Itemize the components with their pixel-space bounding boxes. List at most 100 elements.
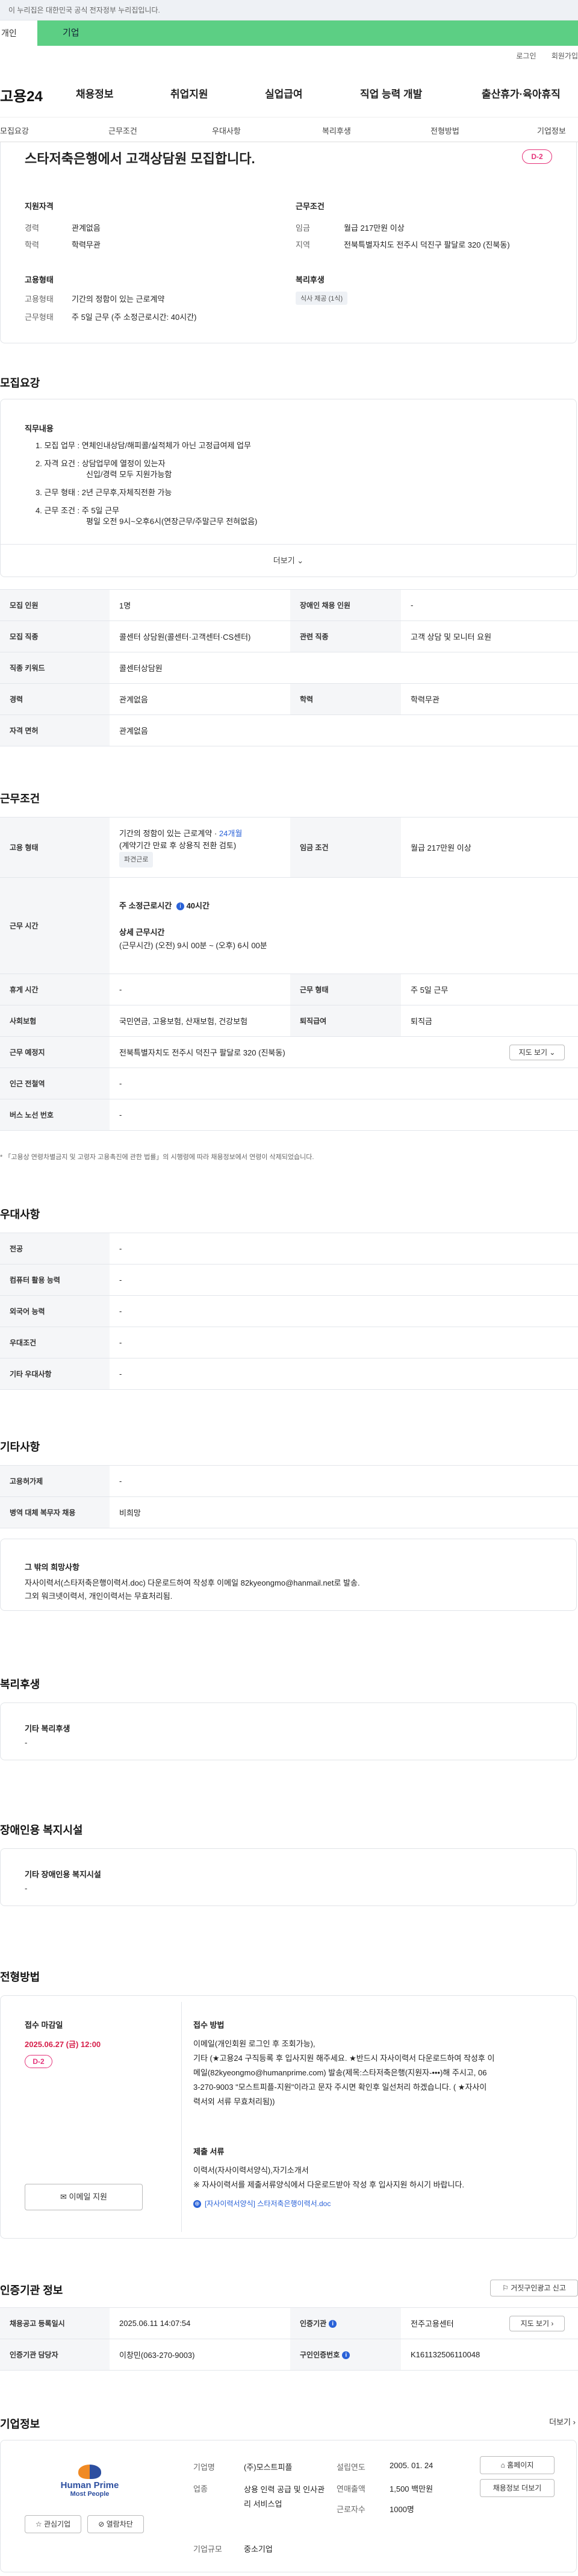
signup-link[interactable]: 회원가입 bbox=[552, 52, 578, 60]
table-row: 근무 시간 주 소정근로시간 i 40시간 상세 근무시간 (근무시간) (오전… bbox=[0, 877, 578, 974]
emp-type-text: 기간의 정함이 있는 근로계약 · bbox=[119, 828, 219, 838]
worktime-label: 근무형태 bbox=[25, 313, 54, 322]
tab-company[interactable]: 기업 bbox=[37, 20, 578, 46]
info-icon[interactable]: i bbox=[176, 902, 184, 910]
job-title: 스타저축은행에서 고객상담원 모집합니다. bbox=[25, 151, 255, 166]
table-row: 모집 인원 1명 장애인 채용 인원 - bbox=[0, 589, 578, 621]
table-cell: 국민연금, 고용보험, 산재보험, 건강보험 bbox=[110, 1005, 290, 1037]
emptype-value: 기간의 정함이 있는 근로계약 bbox=[72, 295, 165, 304]
map-button-label: 지도 보기 bbox=[518, 1048, 548, 1057]
org-map-label: 지도 보기 bbox=[520, 2319, 550, 2328]
company-card: Human Prime Most People ☆ 관심기업 ⊘ 열람차단 기업… bbox=[0, 2440, 577, 2572]
homepage-button[interactable]: ⌂ 홈페이지 bbox=[480, 2456, 555, 2474]
duty-line: 4. 근무 조건 : 주 5일 근무 bbox=[36, 506, 120, 515]
deadline-value: 2025.06.27 (금) 12:00 bbox=[25, 2040, 101, 2049]
chevron-down-icon: ⌄ bbox=[549, 1048, 556, 1057]
tab-company-info[interactable]: 기업정보 bbox=[537, 125, 566, 136]
table-header: 경력 bbox=[0, 683, 110, 715]
table-cell: 관계없음 bbox=[110, 714, 578, 746]
industry-label: 업종 bbox=[193, 2484, 208, 2493]
table-header: 인증기관 담당자 bbox=[0, 2339, 110, 2371]
company-name: (주)모스트피플 bbox=[244, 2463, 293, 2472]
table-cell: 주 5일 근무 bbox=[401, 974, 578, 1005]
region-label: 지역 bbox=[296, 240, 310, 249]
map-button[interactable]: 지도 보기 ⌄ bbox=[509, 1045, 565, 1060]
emptype-label: 고용형태 bbox=[25, 295, 54, 304]
nav-jobs[interactable]: 채용정보 bbox=[76, 86, 114, 101]
table-header: 고용허가제 bbox=[0, 1465, 110, 1497]
pref-table: 전공 - 컴퓨터 활용 능력 - 외국어 능력 - 우대조건 - 기타 우대사항 - bbox=[0, 1233, 578, 1390]
emp-months: 24개월 bbox=[219, 828, 243, 838]
login-link[interactable]: 로그인 bbox=[516, 52, 536, 60]
chevron-right-icon: › bbox=[573, 2418, 576, 2427]
home-icon: ⌂ bbox=[500, 2461, 505, 2469]
table-cell: 고객 상담 및 모니터 요원 bbox=[401, 621, 578, 652]
attachment-label: [자사이력서양식] 스타저축은행이력서.doc bbox=[205, 2199, 331, 2208]
table-cell: 전주고용센터 지도 보기 › bbox=[401, 2307, 578, 2339]
nav-maternity-leave[interactable]: 출산휴가·육아휴직 bbox=[482, 86, 561, 101]
nav-employment-support[interactable]: 취업지원 bbox=[170, 86, 208, 101]
duty-line: 1. 모집 업무 : 연체인내상담/해피콜/실적체가 아닌 고정급여제 업무 bbox=[36, 441, 251, 450]
tab-process[interactable]: 전형방법 bbox=[430, 125, 459, 136]
section-company-heading: 기업정보 bbox=[0, 2418, 40, 2430]
table-cell: - bbox=[110, 1327, 578, 1358]
sales-value: 1,500 백만원 bbox=[390, 2484, 434, 2493]
staff-label: 근로자수 bbox=[337, 2505, 365, 2514]
favorite-company-button[interactable]: ☆ 관심기업 bbox=[25, 2515, 81, 2533]
weekly-hours-value: 40시간 bbox=[186, 901, 210, 910]
method-line: 이메일(개인회원 로그인 후 조회가능), bbox=[193, 2039, 315, 2048]
method-line: 3-270-9003 "모스트피플-지원"이라고 문자 주시면 확인후 일선처리… bbox=[193, 2083, 487, 2092]
block-view-button[interactable]: ⊘ 열람차단 bbox=[87, 2515, 144, 2533]
table-header: 근무 형태 bbox=[290, 974, 401, 1005]
welfare-title: 복리후생 bbox=[296, 275, 325, 284]
etc-box-line: 자사이력서(스타저축은행이력서.doc) 다운로드하여 작성후 이메일 82ky… bbox=[25, 1578, 360, 1587]
info-icon[interactable]: i bbox=[342, 2351, 350, 2360]
block-icon: ⊘ bbox=[98, 2520, 105, 2528]
report-button[interactable]: ⚐ 거짓구인광고 신고 bbox=[490, 2280, 578, 2296]
dday-badge: D-2 bbox=[522, 149, 552, 164]
section-pref-heading: 우대사항 bbox=[0, 1208, 40, 1221]
info-icon[interactable]: i bbox=[329, 2320, 337, 2328]
tab-personal[interactable]: 개인 bbox=[0, 20, 37, 46]
cert-no-label: 구인인증번호 bbox=[300, 2351, 340, 2359]
table-header: 우대조건 bbox=[0, 1327, 110, 1358]
attachment-icon: ⊕ bbox=[193, 2200, 201, 2209]
more-label: 더보기 bbox=[273, 556, 295, 565]
email-apply-button[interactable]: ✉ 이메일 지원 bbox=[25, 2184, 143, 2210]
table-cell: - bbox=[110, 974, 290, 1005]
section-tabs: 모집요강 근무조건 우대사항 복리후생 전형방법 기업정보 bbox=[0, 117, 578, 142]
etc-box-line: 그외 워크넷이력서, 개인이력서는 무효처리됨. bbox=[25, 1592, 173, 1601]
more-jobs-label: 채용정보 더보기 bbox=[493, 2484, 542, 2492]
worktime-value: 주 5일 근무 (주 소정근로시간: 40시간) bbox=[72, 313, 197, 322]
table-cell: - bbox=[110, 1264, 578, 1296]
table-header: 인증기관 i bbox=[290, 2307, 401, 2339]
company-logo: Human Prime Most People bbox=[37, 2465, 143, 2507]
logo-subtext: Most People bbox=[70, 2490, 110, 2498]
more-button[interactable]: 더보기 ⌄ bbox=[1, 544, 576, 577]
table-cell: 이창민(063-270-9003) bbox=[110, 2339, 290, 2371]
table-header: 학력 bbox=[290, 683, 401, 715]
nav-vocational-training[interactable]: 직업 능력 개발 bbox=[360, 86, 422, 101]
company-more-link[interactable]: 더보기 › bbox=[549, 2416, 576, 2427]
table-header: 사회보험 bbox=[0, 1005, 110, 1037]
table-cell: 주 소정근로시간 i 40시간 상세 근무시간 (근무시간) (오전) 9시 0… bbox=[110, 877, 578, 974]
tab-conditions[interactable]: 근무조건 bbox=[108, 125, 137, 136]
table-cell: 학력무관 bbox=[401, 683, 578, 715]
table-cell: - bbox=[401, 589, 578, 621]
table-row: 경력 관계없음 학력 학력무관 bbox=[0, 683, 578, 715]
tab-recruit[interactable]: 모집요강 bbox=[0, 125, 29, 136]
org-map-button[interactable]: 지도 보기 › bbox=[509, 2316, 565, 2331]
process-card: 접수 마감일 2025.06.27 (금) 12:00 D-2 ✉ 이메일 지원… bbox=[0, 1995, 577, 2239]
org-label: 인증기관 bbox=[300, 2319, 327, 2328]
attachment-link[interactable]: ⊕ [자사이력서양식] 스타저축은행이력서.doc bbox=[193, 2198, 331, 2209]
more-jobs-button[interactable]: 채용정보 더보기 bbox=[480, 2479, 555, 2497]
table-header: 퇴직급여 bbox=[290, 1005, 401, 1037]
nav-unemployment-benefit[interactable]: 실업급여 bbox=[265, 86, 303, 101]
etc-box-text: 자사이력서(스타저축은행이력서.doc) 다운로드하여 작성후 이메일 82ky… bbox=[25, 1577, 360, 1603]
emp-type-sub: (계약기간 만료 후 상용직 전환 검토) bbox=[119, 840, 237, 850]
tab-preference[interactable]: 우대사항 bbox=[212, 125, 241, 136]
company-name-label: 기업명 bbox=[193, 2463, 215, 2472]
tab-welfare[interactable]: 복리후생 bbox=[322, 125, 351, 136]
welfare-box: 기타 복리후생 - bbox=[0, 1702, 577, 1760]
table-row: 전공 - bbox=[0, 1233, 578, 1265]
